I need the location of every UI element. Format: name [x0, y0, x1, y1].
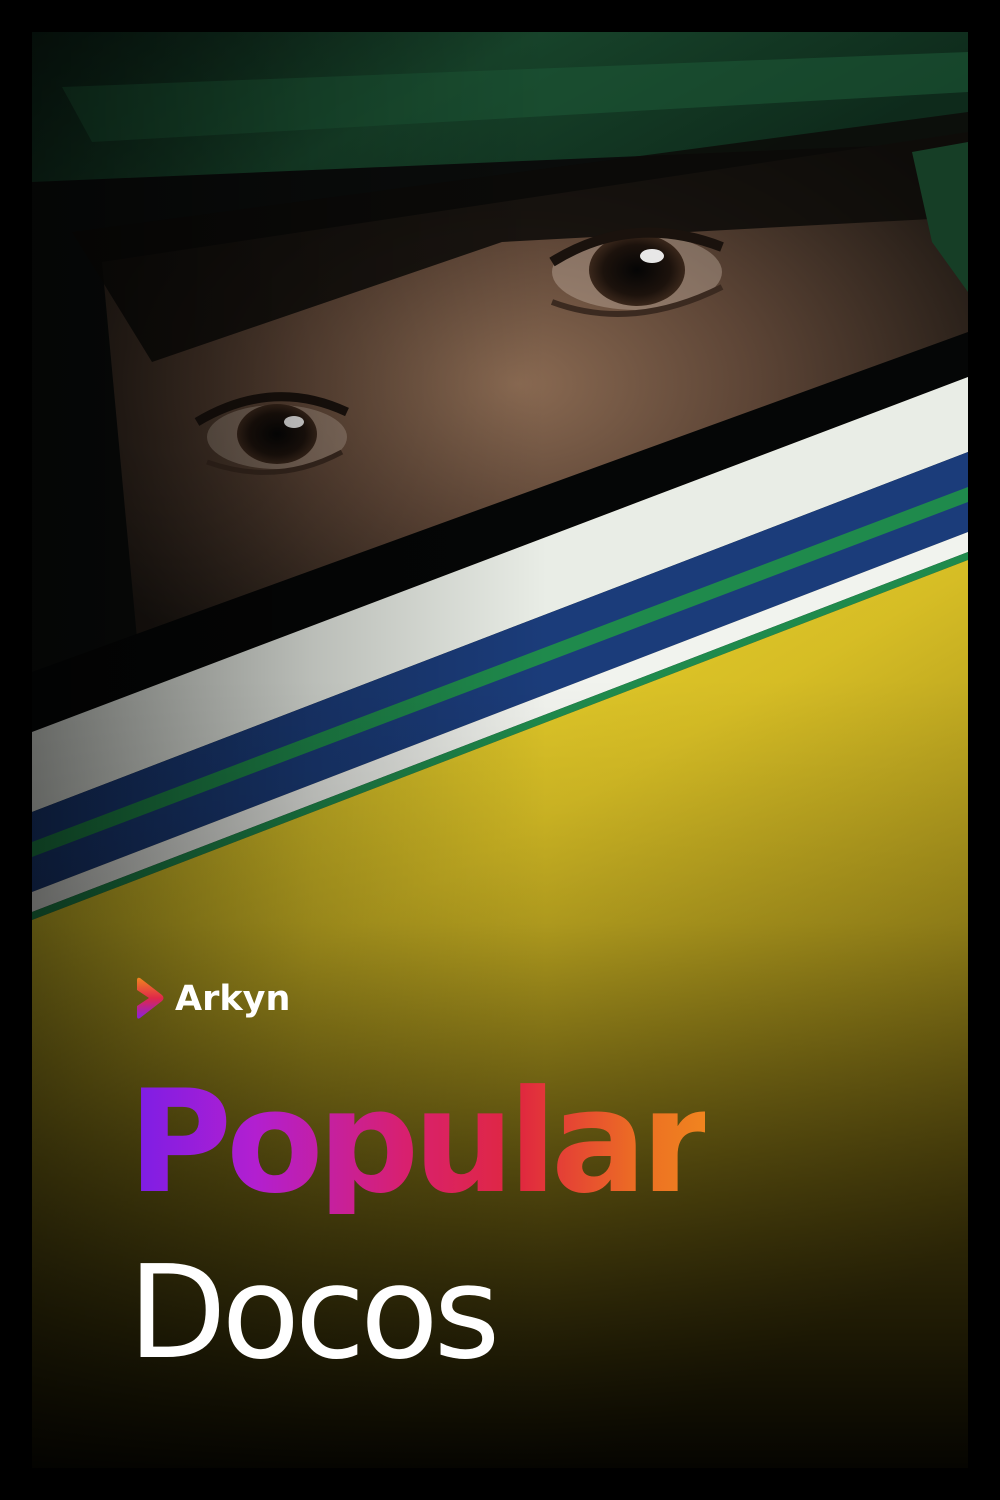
brand-name: Arkyn [175, 979, 291, 1019]
arkyn-logo-icon [137, 977, 164, 1019]
brand-logo: Arkyn [133, 976, 290, 1022]
poster-frame: Arkyn Popular Docos [0, 0, 1000, 1500]
title-accent: Popular [128, 1060, 711, 1225]
poster: Arkyn Popular Docos [32, 32, 968, 1468]
title-main: Docos [128, 1239, 500, 1388]
